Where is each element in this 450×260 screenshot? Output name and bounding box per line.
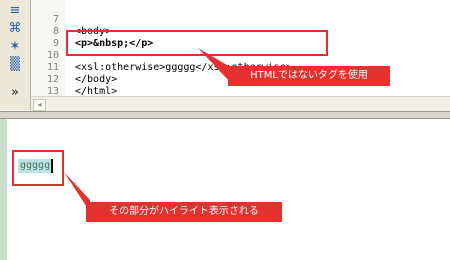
top-callout: HTMLではないタグを使用 xyxy=(228,66,390,86)
top-callout-pointer xyxy=(198,48,232,84)
bottom-callout: その部分がハイライト表示される xyxy=(86,202,282,222)
